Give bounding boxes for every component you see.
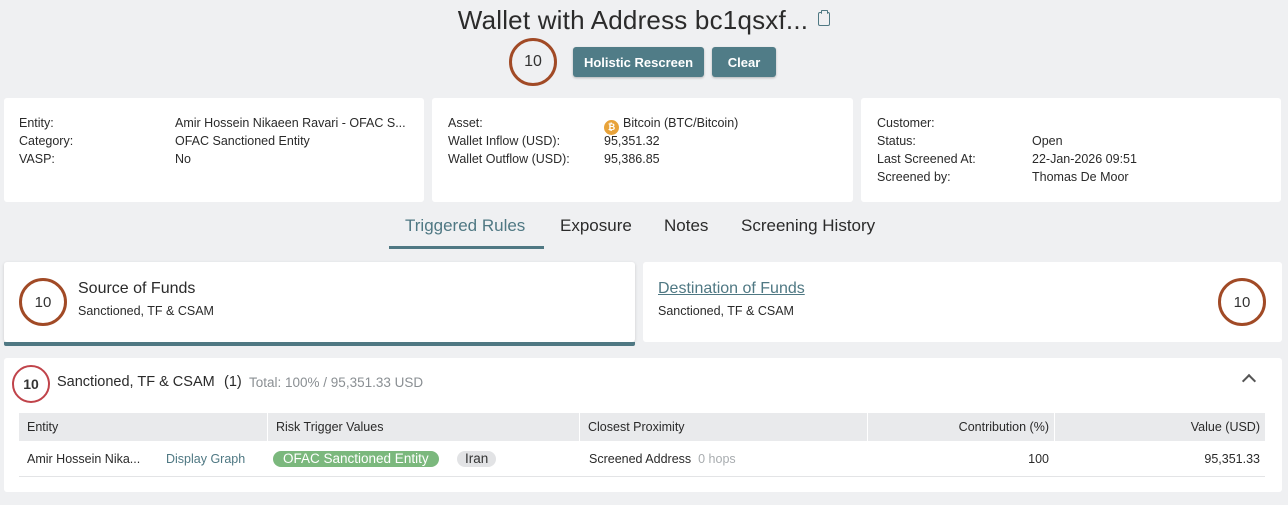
category-label: Category: [19, 134, 74, 148]
last-screened-value: 22-Jan-2026 09:51 [1032, 152, 1137, 166]
row-entity: Amir Hossein Nika... [27, 452, 141, 466]
destination-of-funds-subtitle: Sanctioned, TF & CSAM [658, 304, 794, 318]
destination-of-funds-card[interactable]: Destination of Funds Sanctioned, TF & CS… [643, 262, 1282, 342]
chevron-up-icon[interactable] [1241, 373, 1257, 389]
source-of-funds-card[interactable]: 10 Source of Funds Sanctioned, TF & CSAM [4, 262, 635, 346]
selected-indicator [4, 342, 635, 346]
active-tab-indicator [389, 246, 544, 249]
column-header-entity[interactable]: Entity [27, 413, 58, 441]
row-proximity: Screened Address 0 hops [589, 441, 736, 477]
outflow-value: 95,386.85 [604, 152, 660, 166]
panel-score-badge: 10 [12, 365, 50, 403]
source-of-funds-title: Source of Funds [78, 280, 196, 297]
last-screened-label: Last Screened At: [877, 152, 976, 166]
column-divider [1054, 413, 1055, 441]
trigger-tag-primary: OFAC Sanctioned Entity [273, 451, 439, 467]
column-header-value[interactable]: Value (USD) [1191, 413, 1260, 441]
customer-card: Customer: Status: Open Last Screened At:… [861, 98, 1281, 202]
entity-value: Amir Hossein Nikaeen Ravari - OFAC S... [175, 116, 406, 130]
bitcoin-icon: ₿ [604, 120, 619, 135]
trigger-tag-secondary: Iran [457, 451, 497, 467]
asset-value: Bitcoin (BTC/Bitcoin) [623, 116, 739, 130]
column-header-risk-trigger[interactable]: Risk Trigger Values [276, 413, 383, 441]
entity-card: Entity: Amir Hossein Nikaeen Ravari - OF… [4, 98, 424, 202]
panel-title: Sanctioned, TF & CSAM [57, 374, 215, 390]
asset-value-wrap: ₿ Bitcoin (BTC/Bitcoin) [604, 116, 738, 135]
risk-score-badge: 10 [509, 38, 557, 86]
table-header: Entity Risk Trigger Values Closest Proxi… [19, 413, 1265, 441]
vasp-value: No [175, 152, 191, 166]
vasp-label: VASP: [19, 152, 55, 166]
outflow-label: Wallet Outflow (USD): [448, 152, 570, 166]
inflow-value: 95,351.32 [604, 134, 660, 148]
tab-bar: Triggered Rules Exposure Notes Screening… [0, 208, 1288, 250]
category-value: OFAC Sanctioned Entity [175, 134, 310, 148]
tab-notes[interactable]: Notes [664, 216, 708, 236]
page-header: Wallet with Address bc1qsxf... 10 Holist… [0, 0, 1288, 92]
asset-label: Asset: [448, 116, 483, 130]
entity-label: Entity: [19, 116, 54, 130]
panel-total: Total: 100% / 95,351.33 USD [249, 375, 424, 390]
source-of-funds-subtitle: Sanctioned, TF & CSAM [78, 304, 214, 318]
inflow-label: Wallet Inflow (USD): [448, 134, 561, 148]
sanctioned-panel: 10 Sanctioned, TF & CSAM (1) Total: 100%… [4, 358, 1282, 492]
asset-card: Asset: ₿ Bitcoin (BTC/Bitcoin) Wallet Inf… [432, 98, 853, 202]
page-title-text: Wallet with Address bc1qsxf... [457, 5, 809, 35]
column-header-proximity[interactable]: Closest Proximity [588, 413, 685, 441]
column-divider [267, 413, 268, 441]
destination-score-badge: 10 [1218, 278, 1266, 326]
tab-screening-history[interactable]: Screening History [741, 216, 875, 236]
status-label: Status: [877, 134, 916, 148]
table-row: Amir Hossein Nika... Display Graph OFAC … [19, 441, 1265, 477]
column-divider [867, 413, 868, 441]
panel-count: (1) [224, 374, 242, 390]
column-divider [579, 413, 580, 441]
proximity-text: Screened Address [589, 452, 692, 466]
source-score-badge: 10 [19, 278, 67, 326]
status-value: Open [1032, 134, 1063, 148]
tab-triggered-rules[interactable]: Triggered Rules [405, 216, 525, 236]
screened-by-label: Screened by: [877, 170, 951, 184]
screened-by-value: Thomas De Moor [1032, 170, 1129, 184]
hops-text: 0 hops [698, 452, 736, 466]
row-contribution: 100 [1028, 452, 1049, 466]
clear-button[interactable]: Clear [712, 47, 776, 77]
column-header-contribution[interactable]: Contribution (%) [959, 413, 1049, 441]
holistic-rescreen-button[interactable]: Holistic Rescreen [573, 47, 704, 77]
display-graph-link[interactable]: Display Graph [166, 441, 245, 477]
row-value: 95,351.33 [1204, 452, 1260, 466]
copy-icon[interactable] [818, 10, 831, 26]
tab-exposure[interactable]: Exposure [560, 216, 632, 236]
destination-of-funds-link[interactable]: Destination of Funds [658, 280, 805, 298]
page-title: Wallet with Address bc1qsxf... [0, 5, 1288, 36]
customer-label: Customer: [877, 116, 935, 130]
